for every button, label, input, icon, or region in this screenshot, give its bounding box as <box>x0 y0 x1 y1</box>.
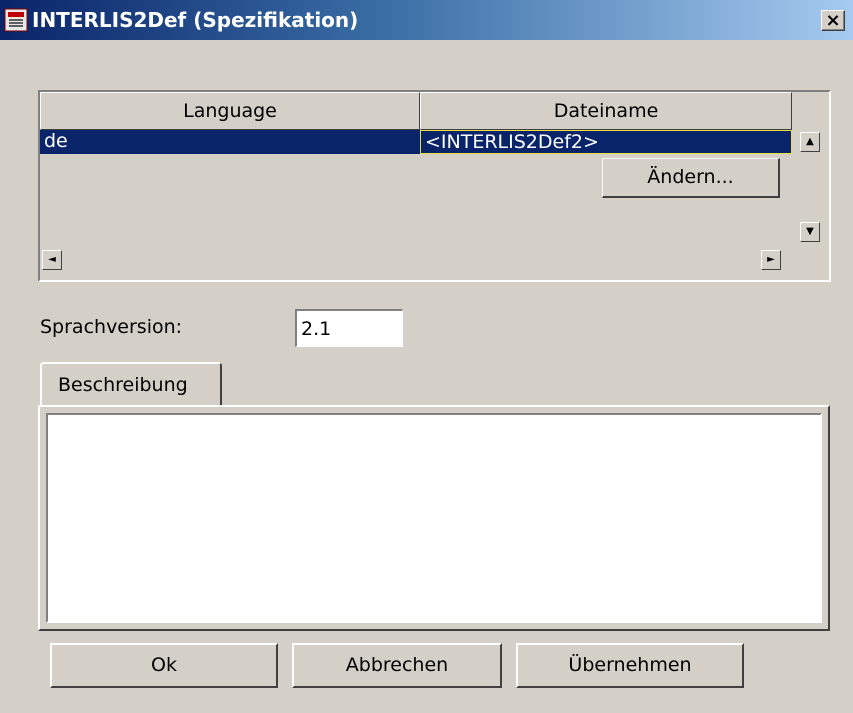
language-table[interactable]: Language Dateiname de <INTERLIS2Def2> ▲ … <box>38 90 831 282</box>
ok-button[interactable]: Ok <box>50 643 278 688</box>
tab-beschreibung[interactable]: Beschreibung <box>40 362 222 406</box>
down-arrow-icon: ▼ <box>806 226 814 237</box>
scroll-right-button[interactable]: ► <box>761 250 781 270</box>
aendern-button[interactable]: Ändern... <box>602 158 780 198</box>
column-header-dateiname[interactable]: Dateiname <box>420 92 792 130</box>
scroll-up-button[interactable]: ▲ <box>800 132 820 152</box>
sprachversion-label: Sprachversion: <box>40 316 183 338</box>
title-bar[interactable]: INTERLIS2Def (Spezifikation) × <box>0 0 853 40</box>
scroll-down-button[interactable]: ▼ <box>800 222 820 242</box>
scroll-left-button[interactable]: ◄ <box>42 250 62 270</box>
right-arrow-icon: ► <box>767 254 775 265</box>
up-arrow-icon: ▲ <box>806 136 814 147</box>
beschreibung-panel <box>38 405 830 631</box>
close-button[interactable]: × <box>821 10 845 31</box>
beschreibung-textarea[interactable] <box>46 413 822 623</box>
cell-language[interactable]: de <box>40 130 420 154</box>
sprachversion-input[interactable] <box>295 309 403 347</box>
cancel-button[interactable]: Abbrechen <box>292 643 502 688</box>
apply-button[interactable]: Übernehmen <box>516 643 744 688</box>
column-header-language[interactable]: Language <box>40 92 420 130</box>
close-icon: × <box>825 10 841 31</box>
app-icon <box>4 8 28 32</box>
left-arrow-icon: ◄ <box>48 254 56 265</box>
window-title: INTERLIS2Def (Spezifikation) <box>32 8 359 32</box>
table-row[interactable]: de <INTERLIS2Def2> <box>40 130 792 154</box>
cell-dateiname[interactable]: <INTERLIS2Def2> <box>420 130 792 154</box>
